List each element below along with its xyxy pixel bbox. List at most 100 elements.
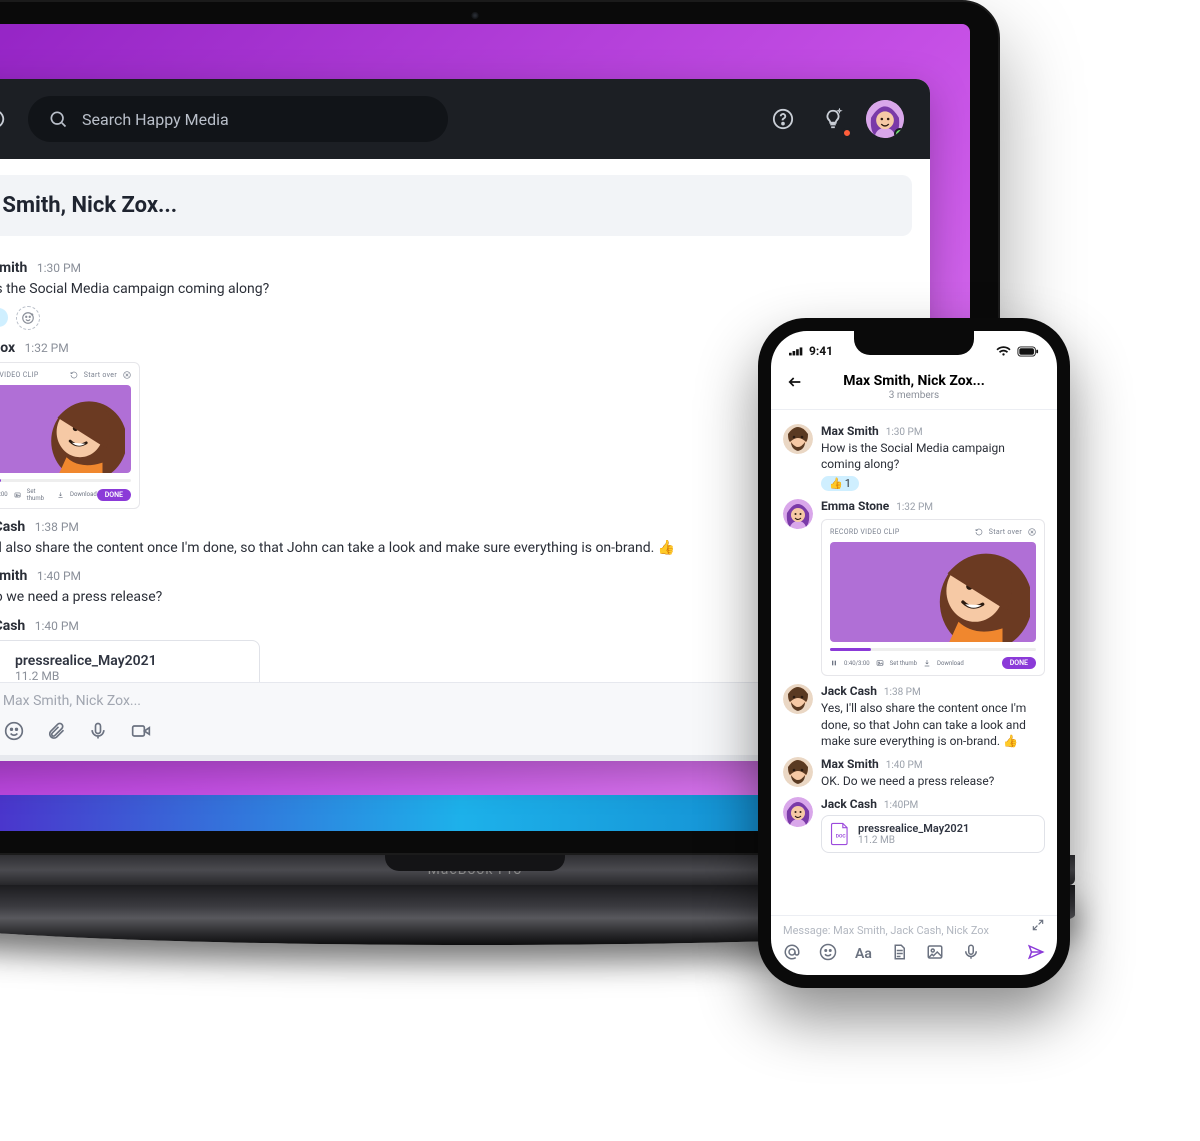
attachment-icon[interactable] bbox=[46, 721, 66, 741]
image-icon[interactable] bbox=[926, 943, 944, 965]
message: Emma Stone 1:32 PM RECORD VIDEO CLIP Sta… bbox=[783, 499, 1045, 676]
message-author[interactable]: Jack Cash bbox=[821, 684, 877, 698]
message-author[interactable]: Jack Cash bbox=[821, 797, 877, 811]
message-time: 1:40PM bbox=[884, 800, 918, 811]
download-icon[interactable] bbox=[923, 659, 931, 667]
phone-notch bbox=[854, 331, 974, 355]
pause-icon[interactable] bbox=[830, 659, 838, 667]
text-format-icon[interactable]: Aa bbox=[855, 946, 872, 962]
video-clip-card[interactable]: RECORD VIDEO CLIP Start over bbox=[821, 519, 1045, 676]
emoji-icon[interactable] bbox=[4, 721, 24, 741]
close-icon[interactable] bbox=[123, 371, 131, 379]
message-time: 1:38 PM bbox=[884, 687, 921, 698]
clip-done-button[interactable]: DONE bbox=[1002, 657, 1036, 669]
channel-title[interactable]: ax Smith, Nick Zox... bbox=[0, 175, 912, 236]
clip-startover[interactable]: Start over bbox=[989, 528, 1022, 536]
reaction-thumbsup[interactable]: 👍 1 bbox=[821, 476, 859, 491]
message-author[interactable]: Max Smith bbox=[821, 424, 879, 438]
clip-download[interactable]: Download bbox=[70, 491, 97, 498]
phone-subtitle: 3 members bbox=[843, 390, 985, 401]
message-author[interactable]: Jack Cash bbox=[0, 519, 25, 535]
presence-online-icon bbox=[894, 128, 904, 138]
laptop-camera bbox=[472, 12, 479, 19]
search-icon bbox=[48, 109, 68, 129]
doc-file-icon bbox=[830, 822, 850, 846]
file-attachment[interactable]: pressrealice_May2021 11.2 MB bbox=[821, 815, 1045, 853]
message-body: OK. Do we need a press release? bbox=[821, 773, 1045, 789]
phone-title[interactable]: Max Smith, Nick Zox... bbox=[843, 373, 985, 389]
video-icon[interactable] bbox=[130, 721, 152, 741]
clip-done-button[interactable]: DONE bbox=[97, 489, 131, 501]
avatar[interactable] bbox=[783, 684, 813, 714]
document-icon[interactable] bbox=[890, 943, 908, 965]
file-name: pressrealice_May2021 bbox=[15, 653, 157, 669]
avatar[interactable] bbox=[783, 424, 813, 454]
message-author[interactable]: Max Smith bbox=[0, 260, 27, 276]
message: Jack Cash 1:38 PM Yes, I'll also share t… bbox=[783, 684, 1045, 749]
avatar[interactable] bbox=[783, 499, 813, 529]
microphone-icon[interactable] bbox=[88, 721, 108, 741]
image-icon[interactable] bbox=[14, 491, 21, 499]
message-body: How is the Social Media campaign coming … bbox=[0, 280, 908, 300]
message-time: 1:40 PM bbox=[35, 619, 79, 633]
clip-startover[interactable]: Start over bbox=[84, 371, 117, 379]
wifi-icon bbox=[996, 346, 1011, 357]
back-icon[interactable] bbox=[785, 371, 805, 395]
close-icon[interactable] bbox=[1028, 528, 1036, 536]
file-attachment[interactable]: pressrealice_May2021 11.2 MB bbox=[0, 640, 260, 682]
history-icon[interactable] bbox=[0, 102, 12, 136]
download-icon[interactable] bbox=[57, 491, 64, 499]
reaction-thumbsup[interactable]: 👍 1 bbox=[0, 308, 8, 327]
ideas-icon[interactable] bbox=[816, 102, 850, 136]
file-size: 11.2 MB bbox=[15, 669, 157, 682]
clip-progress-bar[interactable] bbox=[830, 648, 1036, 651]
message-author[interactable]: Max Smith bbox=[821, 757, 879, 771]
message-author[interactable]: Max Smith bbox=[0, 568, 27, 584]
search-placeholder: Search Happy Media bbox=[82, 110, 229, 129]
user-menu-avatar[interactable] bbox=[866, 100, 904, 138]
image-icon[interactable] bbox=[876, 659, 884, 667]
message: Max Smith 1:30 PM How is the Social Medi… bbox=[0, 260, 908, 330]
message-author[interactable]: Emma Stone bbox=[821, 499, 889, 513]
message-time: 1:30 PM bbox=[37, 261, 81, 275]
phone-composer: Message: Max Smith, Jack Cash, Nick Zox … bbox=[771, 915, 1057, 975]
composer-placeholder: Message: Max Smith, Jack Cash, Nick Zox bbox=[783, 924, 989, 937]
message: Max Smith 1:30 PM How is the Social Medi… bbox=[783, 424, 1045, 491]
restart-icon[interactable] bbox=[975, 528, 983, 536]
add-reaction-icon[interactable] bbox=[16, 306, 40, 330]
reaction-count: 1 bbox=[845, 477, 851, 490]
clip-timer: 0:40/3:00 bbox=[844, 660, 870, 667]
expand-icon[interactable] bbox=[1031, 918, 1045, 935]
message-author[interactable]: Jack Cash bbox=[0, 618, 25, 634]
reaction-emoji-icon: 👍 bbox=[829, 477, 843, 490]
message-body: How is the Social Media campaign coming … bbox=[821, 440, 1045, 472]
clip-preview-image bbox=[0, 385, 131, 473]
search-input[interactable]: Search Happy Media bbox=[28, 96, 448, 142]
battery-icon bbox=[1017, 346, 1039, 357]
clip-heading: RECORD VIDEO CLIP bbox=[830, 528, 900, 536]
message-time: 1:38 PM bbox=[35, 520, 79, 534]
phone-time: 9:41 bbox=[809, 344, 833, 358]
message-author[interactable]: Nick Zox bbox=[0, 340, 15, 356]
clip-download[interactable]: Download bbox=[937, 660, 964, 667]
clip-timer: 0:40/3:00 bbox=[0, 491, 8, 498]
avatar[interactable] bbox=[783, 757, 813, 787]
help-icon[interactable] bbox=[766, 102, 800, 136]
microphone-icon[interactable] bbox=[962, 943, 980, 965]
emoji-icon[interactable] bbox=[819, 943, 837, 965]
mention-icon[interactable] bbox=[783, 943, 801, 965]
composer-input[interactable]: Message: Max Smith, Jack Cash, Nick Zox bbox=[783, 922, 1045, 943]
clip-setthumb[interactable]: Set thumb bbox=[27, 488, 51, 502]
video-clip-card[interactable]: RECORD VIDEO CLIP Start over bbox=[0, 362, 140, 509]
app-header: Search Happy Media bbox=[0, 79, 930, 159]
clip-progress-bar[interactable] bbox=[0, 479, 131, 482]
send-icon[interactable] bbox=[1027, 943, 1045, 965]
message-time: 1:32 PM bbox=[896, 502, 933, 513]
phone-device: 9:41 Max Smith, Nick Zox... 3 members bbox=[758, 318, 1070, 988]
restart-icon[interactable] bbox=[70, 371, 78, 379]
phone-message-list[interactable]: Max Smith 1:30 PM How is the Social Medi… bbox=[771, 410, 1057, 915]
avatar[interactable] bbox=[783, 797, 813, 827]
file-size: 11.2 MB bbox=[858, 835, 969, 846]
clip-setthumb[interactable]: Set thumb bbox=[890, 660, 917, 667]
message-time: 1:40 PM bbox=[37, 569, 81, 583]
